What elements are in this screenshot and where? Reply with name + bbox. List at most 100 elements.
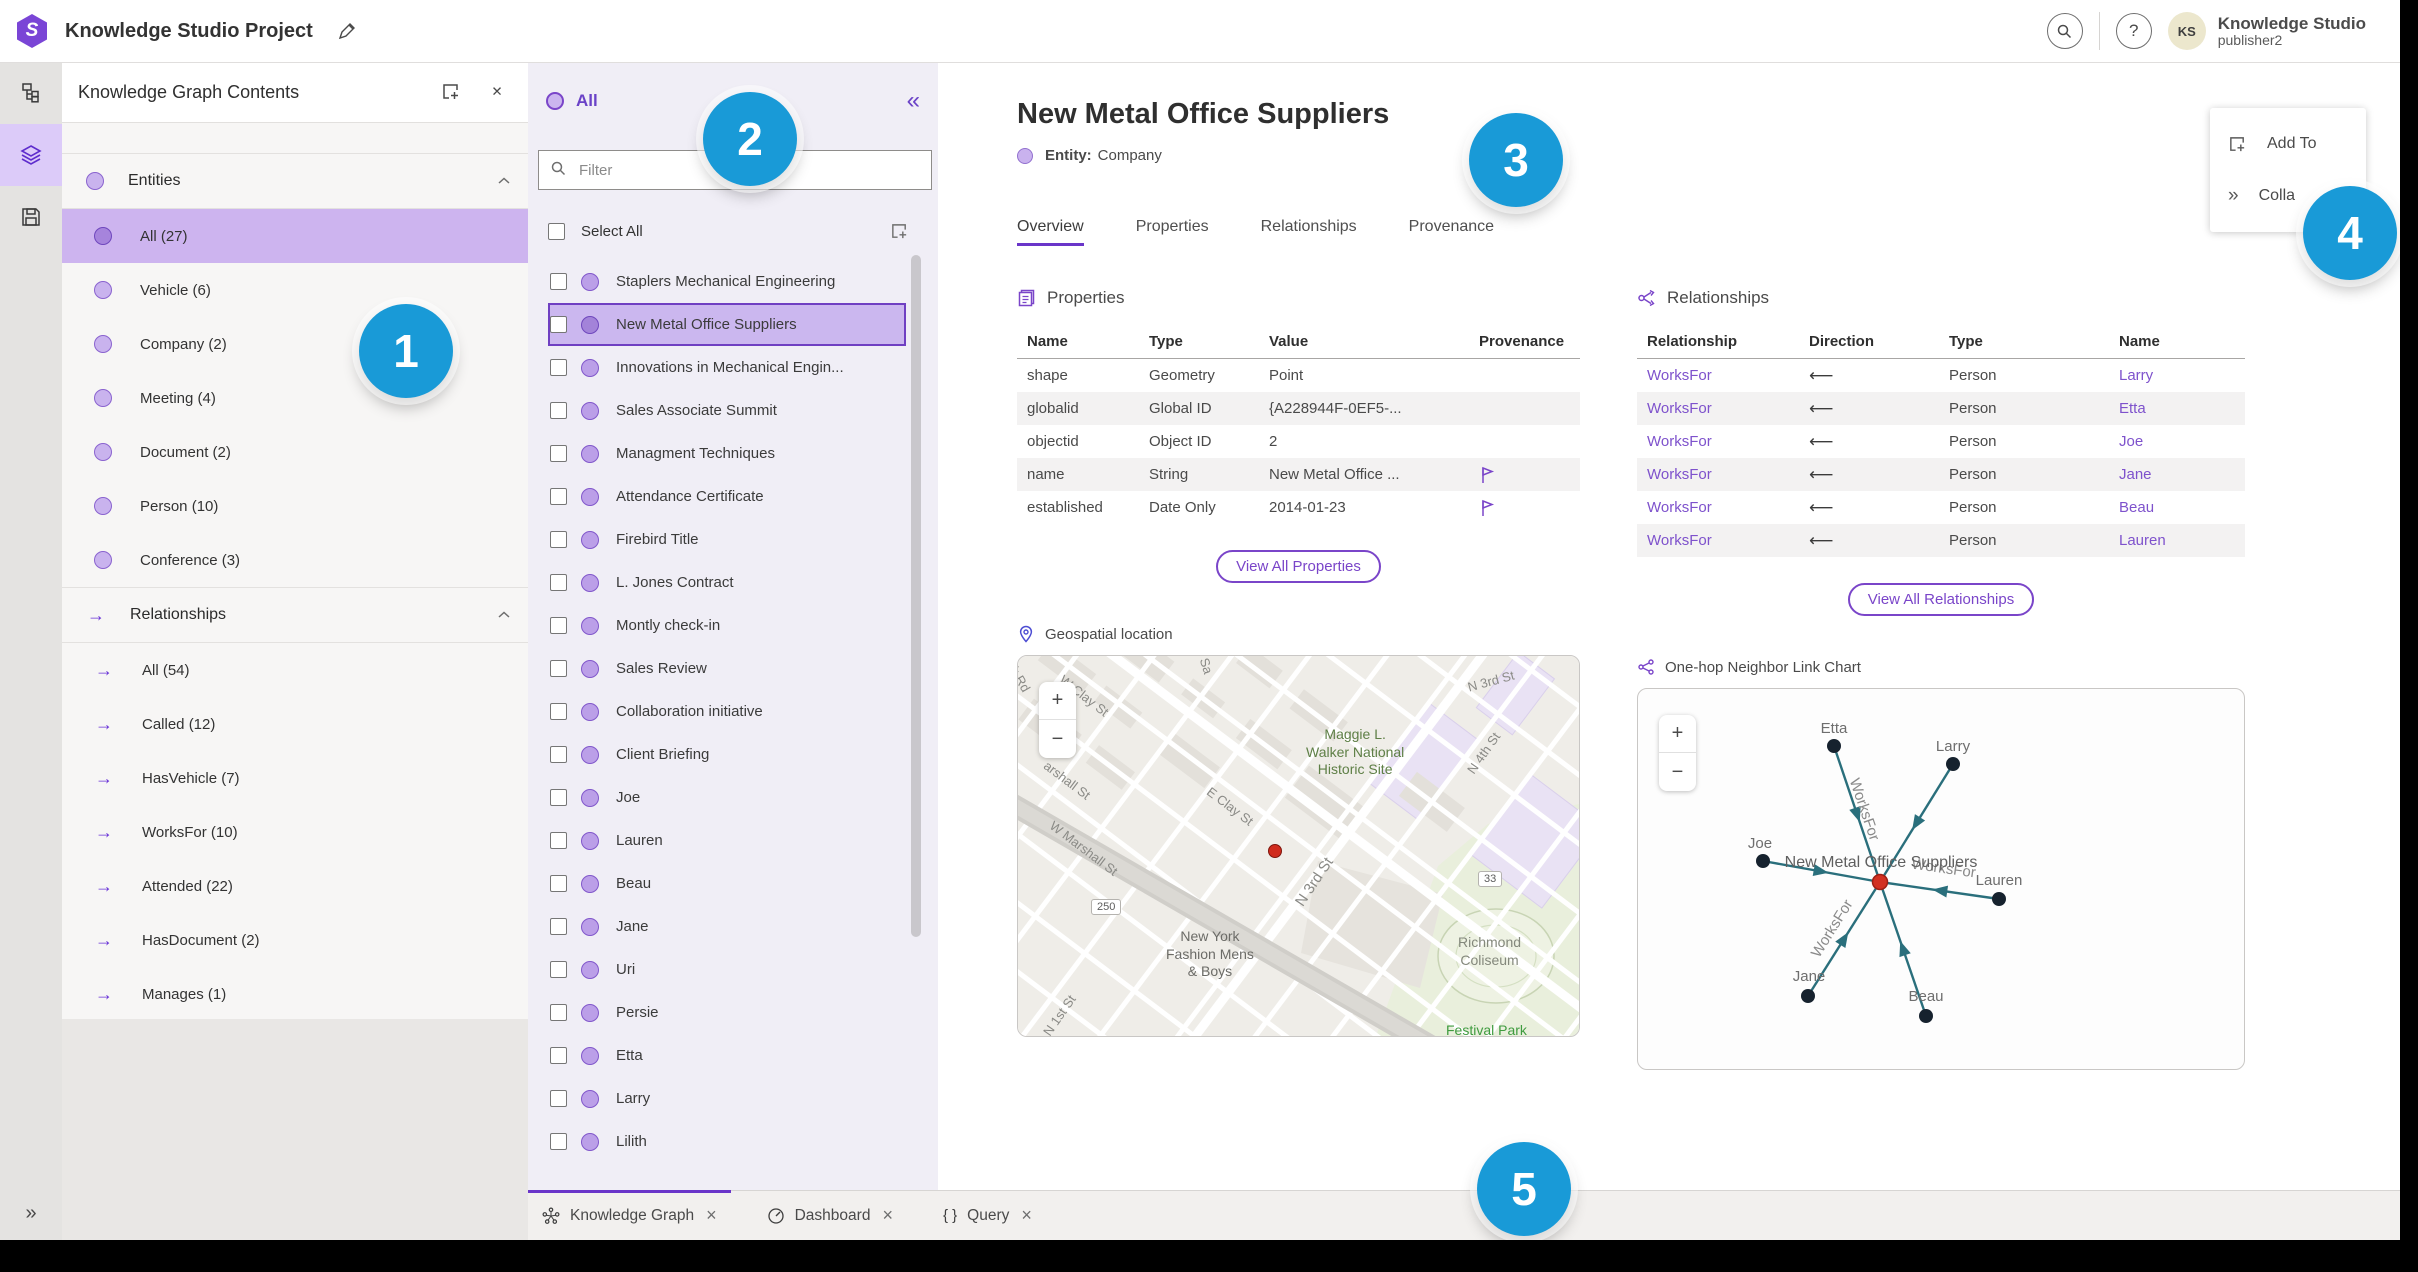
collapse-panel-button[interactable]: « [907,87,920,115]
zoom-out-button[interactable]: − [1659,753,1696,791]
sidebar-relationship-item[interactable]: → HasVehicle (7) [62,751,528,805]
zoom-in-button[interactable]: + [1659,715,1696,753]
item-checkbox[interactable] [550,617,567,634]
sidebar-relationship-item[interactable]: → WorksFor (10) [62,805,528,859]
list-item[interactable]: Innovations in Mechanical Engin... [548,346,906,389]
list-item[interactable]: Managment Techniques [548,432,906,475]
map-box[interactable]: k Rd W Clay St Sa N 3rd St Maggie L. Walker … [1017,655,1580,1037]
list-item[interactable]: Beau [548,862,906,905]
item-checkbox[interactable] [550,273,567,290]
relationship-link[interactable]: WorksFor [1637,466,1799,483]
link-chart-box[interactable]: WorksFor WorksFor WorksFor Etta Larry Joe Laur… [1637,688,2245,1070]
sidebar-relationship-item[interactable]: → All (54) [62,643,528,697]
item-checkbox[interactable] [550,445,567,462]
close-tab-icon[interactable]: × [882,1205,893,1226]
list-item[interactable]: Lauren [548,819,906,862]
add-to-menu-item[interactable]: Add To [2210,118,2366,170]
sidebar-entity-item[interactable]: All (27) [62,209,528,263]
relationship-link[interactable]: WorksFor [1637,499,1799,516]
data-model-rail-button[interactable] [0,62,62,124]
item-checkbox[interactable] [550,789,567,806]
item-checkbox[interactable] [550,832,567,849]
sidebar-entity-item[interactable]: Person (10) [62,479,528,533]
sidebar-entity-item[interactable]: Vehicle (6) [62,263,528,317]
detail-tab[interactable]: Provenance [1409,218,1494,246]
item-checkbox[interactable] [550,1133,567,1150]
tab-dashboard[interactable]: Dashboard × [753,1191,907,1240]
item-checkbox[interactable] [550,918,567,935]
related-entity-link[interactable]: Jane [2109,466,2245,483]
list-item[interactable]: L. Jones Contract [548,561,906,604]
relationship-link[interactable]: WorksFor [1637,433,1799,450]
item-checkbox[interactable] [550,703,567,720]
expand-rail-button[interactable]: » [0,1201,62,1226]
list-item[interactable]: Montly check-in [548,604,906,647]
provenance-flag-icon[interactable] [1479,466,1580,484]
close-tab-icon[interactable]: × [706,1205,717,1226]
list-item[interactable]: Collaboration initiative [548,690,906,733]
item-checkbox[interactable] [550,574,567,591]
item-checkbox[interactable] [550,1047,567,1064]
relationship-link[interactable]: WorksFor [1637,532,1799,549]
item-checkbox[interactable] [550,660,567,677]
select-all-checkbox[interactable] [548,222,565,240]
list-item[interactable]: Lilith [548,1120,906,1163]
item-checkbox[interactable] [550,746,567,763]
list-item[interactable]: Client Briefing [548,733,906,776]
list-item[interactable]: Attendance Certificate [548,475,906,518]
sidebar-relationship-item[interactable]: → HasDocument (2) [62,913,528,967]
contents-rail-button[interactable] [0,124,62,186]
relationships-section-header[interactable]: → Relationships [62,587,528,643]
list-item[interactable]: Sales Review [548,647,906,690]
detail-tab[interactable]: Relationships [1261,218,1357,246]
related-entity-link[interactable]: Lauren [2109,532,2245,549]
item-checkbox[interactable] [550,531,567,548]
sidebar-entity-item[interactable]: Company (2) [62,317,528,371]
item-checkbox[interactable] [550,488,567,505]
sidebar-relationship-item[interactable]: → Manages (1) [62,967,528,1021]
item-checkbox[interactable] [550,1004,567,1021]
tab-knowledge-graph[interactable]: Knowledge Graph × [528,1190,731,1240]
list-item[interactable]: Jane [548,905,906,948]
user-info[interactable]: Knowledge Studio publisher2 [2218,14,2366,49]
view-all-properties-button[interactable]: View All Properties [1216,550,1381,583]
list-item[interactable]: New Metal Office Suppliers [548,303,906,346]
list-item[interactable]: Joe [548,776,906,819]
item-checkbox[interactable] [550,402,567,419]
add-selection-to-map-button[interactable] [884,216,914,246]
zoom-out-button[interactable]: − [1039,720,1076,758]
list-item[interactable]: Sales Associate Summit [548,389,906,432]
item-checkbox[interactable] [550,875,567,892]
close-panel-button[interactable]: ✕ [482,77,512,107]
entities-section-header[interactable]: Entities [62,153,528,209]
list-scrollbar[interactable] [911,255,921,937]
list-item[interactable]: Persie [548,991,906,1034]
search-button[interactable] [2046,13,2083,49]
map-canvas[interactable] [1018,656,1579,1036]
relationship-link[interactable]: WorksFor [1637,367,1799,384]
sidebar-entity-item[interactable]: Meeting (4) [62,371,528,425]
edit-title-button[interactable] [335,19,359,43]
sidebar-relationship-item[interactable]: → Attended (22) [62,859,528,913]
related-entity-link[interactable]: Joe [2109,433,2245,450]
related-entity-link[interactable]: Beau [2109,499,2245,516]
item-checkbox[interactable] [550,961,567,978]
sidebar-relationship-item[interactable]: → Called (12) [62,697,528,751]
close-tab-icon[interactable]: × [1021,1205,1032,1226]
list-item[interactable]: Larry [548,1077,906,1120]
detail-tab[interactable]: Overview [1017,218,1084,246]
related-entity-link[interactable]: Etta [2109,400,2245,417]
list-item[interactable]: Etta [548,1034,906,1077]
location-marker[interactable] [1268,844,1282,858]
tab-query[interactable]: { } Query × [929,1191,1046,1240]
sidebar-entity-item[interactable]: Conference (3) [62,533,528,587]
zoom-in-button[interactable]: + [1039,682,1076,720]
item-checkbox[interactable] [550,1090,567,1107]
provenance-flag-icon[interactable] [1479,499,1580,517]
add-to-map-button[interactable] [436,77,466,107]
relationship-link[interactable]: WorksFor [1637,400,1799,417]
link-chart-svg[interactable]: WorksForWorksForWorksForEttaLarryJoeLaur… [1638,689,2244,1069]
related-entity-link[interactable]: Larry [2109,367,2245,384]
item-checkbox[interactable] [550,359,567,376]
list-item[interactable]: Staplers Mechanical Engineering [548,260,906,303]
